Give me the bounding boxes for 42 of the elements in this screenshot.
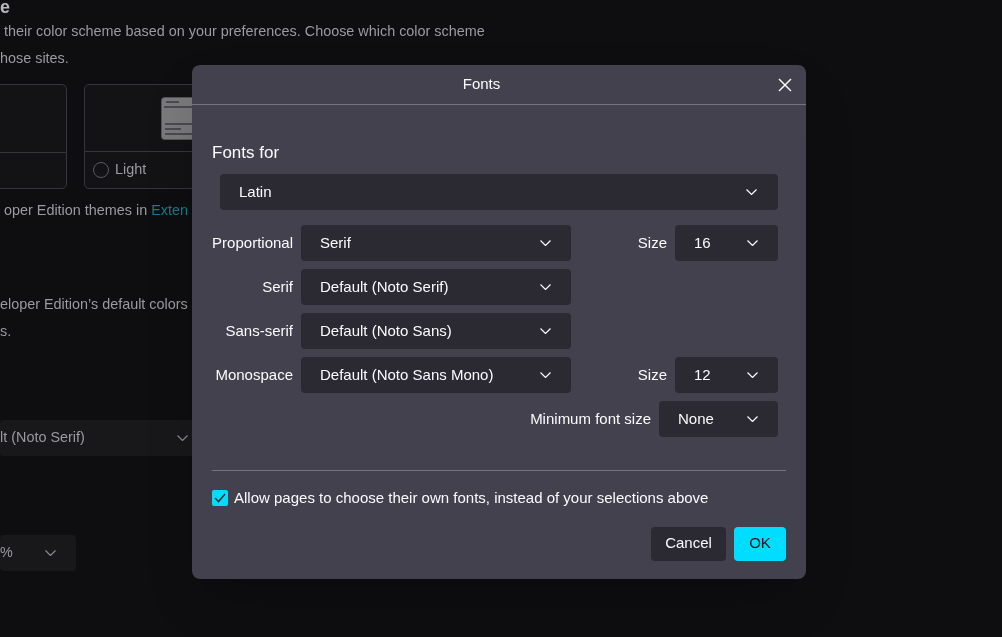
chevron-down-icon: [747, 372, 758, 378]
checkbox-label: Allow pages to choose their own fonts, instead of your selections above: [234, 488, 709, 508]
ok-button[interactable]: OK: [734, 526, 786, 561]
field-label: Size: [637, 232, 667, 253]
radio-label: Light: [115, 160, 147, 180]
dropdown[interactable]: Default (Noto Serif): [301, 269, 571, 305]
chevron-down-icon: [540, 328, 551, 334]
chevron-down-icon: [540, 284, 551, 290]
dropdown[interactable]: Default (Noto Sans Mono): [301, 357, 571, 393]
colors-note-text: s.: [0, 322, 12, 341]
dropdown[interactable]: Serif: [301, 225, 571, 261]
dropdown[interactable]: Default (Noto Sans): [301, 313, 571, 349]
field-label: Sans-serif: [225, 320, 293, 341]
cancel-button[interactable]: Cancel: [651, 526, 726, 561]
description-text: hose sites.: [0, 49, 69, 68]
field-label: Monospace: [215, 364, 293, 385]
heading-text: e: [0, 0, 10, 14]
chevron-down-icon: [177, 435, 188, 441]
colors-note-text: eloper Edition’s default colors: [0, 295, 188, 314]
dropdown[interactable]: 12: [675, 357, 778, 393]
chevron-down-icon: [746, 189, 757, 195]
field-label: Size: [637, 364, 667, 385]
chevron-down-icon: [540, 240, 551, 246]
field-label: Proportional: [212, 232, 293, 253]
extensions-link[interactable]: Exten: [151, 202, 188, 218]
chevron-down-icon: [540, 372, 551, 378]
field-label: Minimum font size: [530, 408, 651, 429]
dropdown[interactable]: 16: [675, 225, 778, 261]
dropdown[interactable]: Latin: [220, 174, 778, 210]
section-heading: Fonts for: [212, 142, 280, 164]
description-text: their color scheme based on your preferences. Choose which color scheme: [3, 22, 485, 41]
check-icon: [214, 493, 226, 504]
dropdown[interactable]: %: [0, 535, 76, 571]
field-label: Serif: [262, 276, 293, 297]
themes-note-text: oper Edition themes in Exten: [3, 201, 188, 220]
chevron-down-icon: [747, 240, 758, 246]
close-icon: [778, 77, 792, 92]
dialog-title: Fonts: [462, 74, 501, 95]
chevron-down-icon: [747, 416, 758, 422]
chevron-down-icon: [45, 550, 56, 556]
checkbox[interactable]: [212, 490, 228, 507]
dropdown[interactable]: None: [659, 401, 778, 437]
